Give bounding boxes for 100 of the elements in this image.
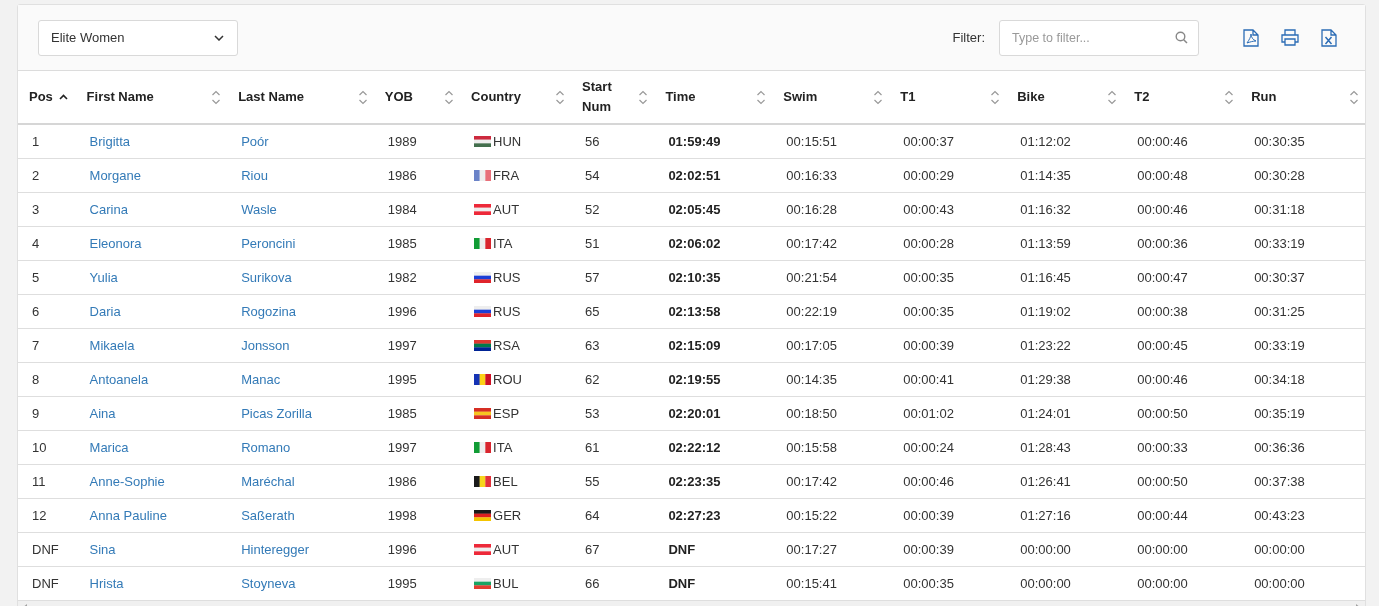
first-name-link[interactable]: Morgane	[89, 168, 141, 183]
country-code: RUS	[493, 270, 521, 285]
first-name-link[interactable]: Marica	[89, 440, 129, 455]
position-cell: 11	[32, 474, 46, 489]
country-code: AUT	[493, 542, 520, 557]
bike-cell: 01:26:41	[1020, 474, 1071, 489]
first-name-link[interactable]: Mikaela	[89, 338, 135, 353]
sort-icon[interactable]	[1224, 89, 1235, 105]
sort-icon[interactable]	[211, 89, 222, 105]
year-cell: 1985	[387, 406, 417, 421]
spreadsheet-file-icon[interactable]	[1321, 28, 1337, 47]
last-name-link[interactable]: Poór	[241, 134, 269, 149]
first-name-link[interactable]: Carina	[89, 202, 128, 217]
start-number-cell: 63	[585, 338, 600, 353]
last-name-link[interactable]: Rogozina	[241, 304, 297, 319]
column-header[interactable]: Bike	[1017, 87, 1045, 107]
t1-cell: 00:00:39	[903, 508, 954, 523]
year-cell: 1986	[387, 168, 417, 183]
column-header[interactable]: Swim	[783, 87, 818, 107]
last-name-link[interactable]: Peroncini	[241, 236, 296, 251]
position-cell: 9	[32, 406, 40, 421]
t1-cell: 00:00:29	[903, 168, 954, 183]
first-name-link[interactable]: Anne-Sophie	[89, 474, 165, 489]
year-cell: 1998	[387, 508, 417, 523]
last-name-link[interactable]: Picas Zorilla	[241, 406, 312, 421]
bike-cell: 00:00:00	[1020, 576, 1071, 591]
year-cell: 1995	[387, 372, 417, 387]
swim-cell: 00:15:51	[786, 134, 837, 149]
run-cell: 00:30:35	[1254, 134, 1305, 149]
t1-cell: 00:00:35	[903, 304, 954, 319]
sort-ascending-icon[interactable]	[58, 94, 68, 100]
run-cell: 00:31:25	[1254, 304, 1305, 319]
position-cell: 6	[32, 304, 40, 319]
t1-cell: 00:00:39	[903, 338, 954, 353]
run-cell: 00:33:19	[1254, 236, 1305, 251]
sort-icon[interactable]	[756, 89, 767, 105]
swim-cell: 00:16:28	[786, 202, 837, 217]
sort-icon[interactable]	[1107, 89, 1118, 105]
run-cell: 00:00:00	[1254, 542, 1305, 557]
run-cell: 00:30:37	[1254, 270, 1305, 285]
column-header[interactable]: Country	[471, 87, 521, 107]
first-name-link[interactable]: Brigitta	[89, 134, 131, 149]
last-name-link[interactable]: Stoyneva	[241, 576, 296, 591]
sort-icon[interactable]	[873, 89, 884, 105]
time-cell: 02:13:58	[668, 304, 721, 319]
column-header[interactable]: First Name	[86, 87, 154, 107]
year-cell: 1989	[387, 134, 417, 149]
sort-icon[interactable]	[357, 89, 368, 105]
last-name-link[interactable]: Surikova	[241, 270, 292, 285]
last-name-link[interactable]: Wasle	[241, 202, 277, 217]
first-name-link[interactable]: Daria	[89, 304, 121, 319]
sort-icon[interactable]	[1349, 89, 1359, 105]
t2-cell: 00:00:46	[1137, 134, 1188, 149]
swim-cell: 00:17:42	[786, 474, 837, 489]
first-name-link[interactable]: Hrista	[89, 576, 124, 591]
start-number-cell: 56	[585, 134, 600, 149]
column-header[interactable]: T2	[1134, 87, 1150, 107]
t2-cell: 00:00:50	[1137, 406, 1188, 421]
column-header[interactable]: Last Name	[238, 87, 304, 107]
sort-icon[interactable]	[555, 89, 566, 105]
run-cell: 00:36:36	[1254, 440, 1305, 455]
time-cell: DNF	[668, 542, 696, 557]
category-select[interactable]: Elite Women	[38, 19, 238, 56]
column-header[interactable]: Start Num	[582, 77, 627, 117]
swim-cell: 00:15:41	[786, 576, 837, 591]
first-name-link[interactable]: Antoanela	[89, 372, 149, 387]
first-name-link[interactable]: Yulia	[89, 270, 118, 285]
last-name-link[interactable]: Maréchal	[241, 474, 295, 489]
start-number-cell: 52	[585, 202, 600, 217]
column-header[interactable]: Run	[1251, 87, 1277, 107]
run-cell: 00:35:19	[1254, 406, 1305, 421]
pdf-file-icon[interactable]	[1243, 28, 1259, 47]
year-cell: 1985	[387, 236, 417, 251]
country-code: ROU	[493, 372, 522, 387]
last-name-link[interactable]: Riou	[241, 168, 268, 183]
sort-icon[interactable]	[990, 89, 1001, 105]
run-cell: 00:37:38	[1254, 474, 1305, 489]
first-name-link[interactable]: Anna Pauline	[89, 508, 167, 523]
t2-cell: 00:00:00	[1137, 542, 1188, 557]
first-name-link[interactable]: Eleonora	[89, 236, 142, 251]
first-name-link[interactable]: Aina	[89, 406, 116, 421]
time-cell: 02:06:02	[668, 236, 721, 251]
country-code: FRA	[493, 168, 520, 183]
column-header[interactable]: T1	[900, 87, 916, 107]
column-header[interactable]: Time	[665, 87, 696, 107]
first-name-link[interactable]: Sina	[89, 542, 116, 557]
printer-icon[interactable]	[1281, 29, 1299, 46]
time-cell: 02:20:01	[668, 406, 721, 421]
sort-icon[interactable]	[638, 89, 649, 105]
last-name-link[interactable]: Hinteregger	[241, 542, 310, 557]
filter-field[interactable]: Type to filter...	[999, 19, 1199, 56]
position-cell: 12	[32, 508, 47, 523]
last-name-link[interactable]: Romano	[241, 440, 291, 455]
last-name-link[interactable]: Manac	[241, 372, 281, 387]
t1-cell: 00:00:39	[903, 542, 954, 557]
sort-icon[interactable]	[444, 89, 455, 105]
last-name-link[interactable]: Saßerath	[241, 508, 295, 523]
last-name-link[interactable]: Jonsson	[241, 338, 290, 353]
column-header[interactable]: YOB	[384, 87, 413, 107]
column-header[interactable]: Pos	[29, 87, 53, 107]
